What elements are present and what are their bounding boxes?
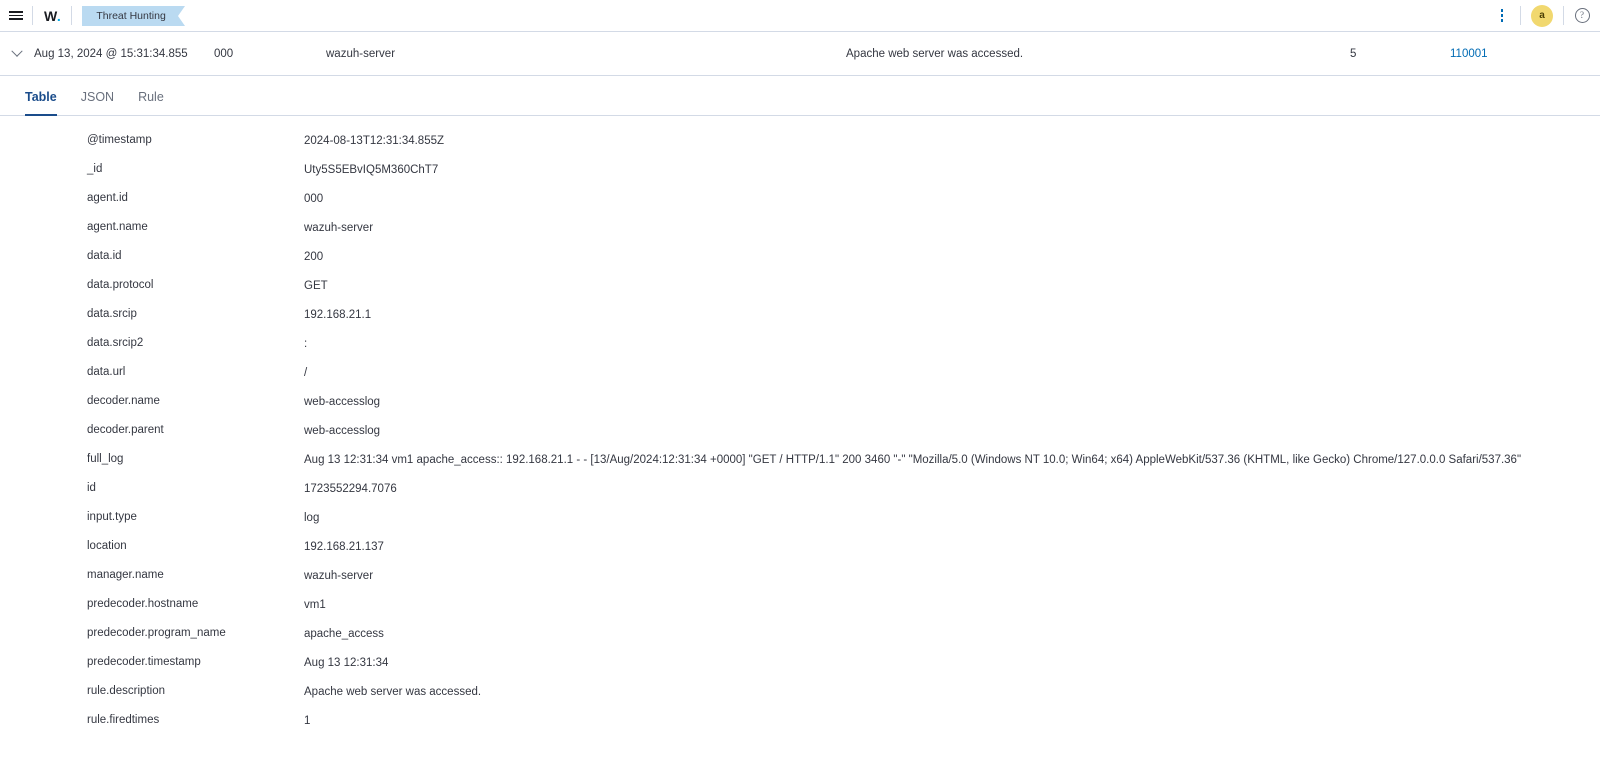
table-row: _id Uty5S5EBvIQ5M360ChT7: [0, 163, 1600, 192]
field-value: Uty5S5EBvIQ5M360ChT7: [304, 164, 439, 176]
table-row: data.srcip 192.168.21.1: [0, 308, 1600, 337]
field-name: decoder.parent: [87, 424, 164, 436]
table-row: predecoder.hostname vm1: [0, 598, 1600, 627]
help-question-icon[interactable]: ?: [1564, 0, 1600, 31]
field-value: 1: [304, 715, 311, 727]
wazuh-logo[interactable]: W.: [33, 0, 71, 31]
field-value: /: [304, 367, 308, 379]
table-row: agent.name wazuh-server: [0, 221, 1600, 250]
hamburger-bar: [9, 17, 23, 20]
field-name: location: [87, 540, 127, 552]
field-value: 192.168.21.1: [304, 309, 372, 321]
table-row: data.protocol GET: [0, 279, 1600, 308]
table-row: decoder.name web-accesslog: [0, 395, 1600, 424]
tab-rule[interactable]: Rule: [126, 90, 176, 115]
breadcrumb-item-threat-hunting[interactable]: Threat Hunting: [82, 5, 186, 26]
document-detail-tabs: Table JSON Rule: [0, 76, 1600, 116]
field-name: agent.name: [87, 221, 148, 233]
table-row: id 1723552294.7076: [0, 482, 1600, 511]
table-row: rule.firedtimes 1: [0, 714, 1600, 743]
field-value: 2024-08-13T12:31:34.855Z: [304, 135, 445, 147]
field-name: data.srcip2: [87, 337, 144, 349]
table-row: predecoder.timestamp Aug 13 12:31:34: [0, 656, 1600, 685]
field-name: id: [87, 482, 96, 494]
field-value: wazuh-server: [304, 222, 374, 234]
brand-letter: W: [44, 7, 57, 24]
help-glyph: ?: [1574, 8, 1590, 23]
field-name: predecoder.timestamp: [87, 656, 201, 668]
table-row: data.url /: [0, 366, 1600, 395]
collapse-row-toggle[interactable]: [0, 45, 34, 58]
field-value: log: [304, 512, 320, 524]
cell-rule-description: Apache web server was accessed.: [846, 47, 1024, 60]
table-row: agent.id 000: [0, 192, 1600, 221]
document-fields-table: @timestamp 2024-08-13T12:31:34.855Z _id Uty…: [0, 116, 1600, 756]
hamburger-menu-icon[interactable]: [0, 0, 32, 31]
field-name: predecoder.hostname: [87, 598, 199, 610]
field-name: rule.firedtimes: [87, 714, 160, 726]
chrome-right-group: a ?: [1484, 0, 1600, 31]
dot: [1500, 14, 1504, 17]
field-name: data.url: [87, 366, 126, 378]
table-row: rule.description Apache web server was ac…: [0, 685, 1600, 714]
table-row: @timestamp 2024-08-13T12:31:34.855Z: [0, 134, 1600, 163]
chevron-down-icon: [11, 45, 23, 57]
field-name: data.protocol: [87, 279, 154, 291]
field-value: 000: [304, 193, 324, 205]
dots-glyph: [1500, 9, 1504, 22]
dot: [1500, 18, 1504, 22]
field-value: GET: [304, 280, 328, 292]
field-value: :: [304, 338, 308, 350]
breadcrumb: Threat Hunting: [72, 0, 186, 31]
vertical-dots-icon[interactable]: [1484, 0, 1520, 31]
field-value: wazuh-server: [304, 570, 374, 582]
cell-agent-name: wazuh-server: [326, 47, 396, 60]
cell-rule-level: 5: [1350, 47, 1357, 60]
table-row: manager.name wazuh-server: [0, 569, 1600, 598]
table-row: input.type log: [0, 511, 1600, 540]
field-name: data.srcip: [87, 308, 137, 320]
table-row: decoder.parent web-accesslog: [0, 424, 1600, 453]
field-value: web-accesslog: [304, 425, 381, 437]
field-name: input.type: [87, 511, 137, 523]
table-row: full_log Aug 13 12:31:34 vm1 apache_acces…: [0, 453, 1600, 482]
field-name: @timestamp: [87, 134, 152, 146]
avatar[interactable]: a: [1531, 4, 1553, 27]
field-value: Apache web server was accessed.: [304, 686, 482, 698]
field-value: 192.168.21.137: [304, 541, 384, 553]
chrome-left-group: W. Threat Hunting: [0, 0, 186, 31]
cell-rule-id[interactable]: 110001: [1450, 48, 1600, 60]
field-name: predecoder.program_name: [87, 627, 226, 639]
avatar-wrapper: a: [1521, 0, 1563, 31]
top-navigation-bar: W. Threat Hunting a ?: [0, 0, 1600, 32]
field-name: decoder.name: [87, 395, 160, 407]
table-row: data.srcip2:: [0, 337, 1600, 366]
field-name: data.id: [87, 250, 122, 262]
cell-agent-id: 000: [214, 47, 234, 60]
field-name: agent.id: [87, 192, 128, 204]
field-name: rule.description: [87, 685, 165, 697]
table-row: data.id 200: [0, 250, 1600, 279]
hamburger-bar: [9, 11, 23, 14]
field-name: _id: [87, 163, 103, 175]
field-name: manager.name: [87, 569, 164, 581]
field-value: 200: [304, 251, 324, 263]
field-value: 1723552294.7076: [304, 483, 397, 495]
field-value: Aug 13 12:31:34 vm1 apache_access:: 192.…: [304, 454, 1522, 466]
field-value: vm1: [304, 599, 326, 611]
brand-dot: .: [56, 7, 61, 24]
field-value: web-accesslog: [304, 396, 381, 408]
table-row: predecoder.program_name apache_access: [0, 627, 1600, 656]
field-value: Aug 13 12:31:34: [304, 657, 389, 669]
cell-timestamp: Aug 13, 2024 @ 15:31:34.855: [34, 47, 188, 60]
field-name: full_log: [87, 453, 124, 465]
dot: [1500, 9, 1504, 13]
tab-json[interactable]: JSON: [69, 90, 126, 115]
hamburger-bar: [9, 14, 23, 17]
field-value: apache_access: [304, 628, 384, 640]
expanded-document-header-row: Aug 13, 2024 @ 15:31:34.855 000 wazuh-se…: [0, 32, 1600, 76]
tab-table[interactable]: Table: [13, 90, 69, 116]
table-row: location 192.168.21.137: [0, 540, 1600, 569]
